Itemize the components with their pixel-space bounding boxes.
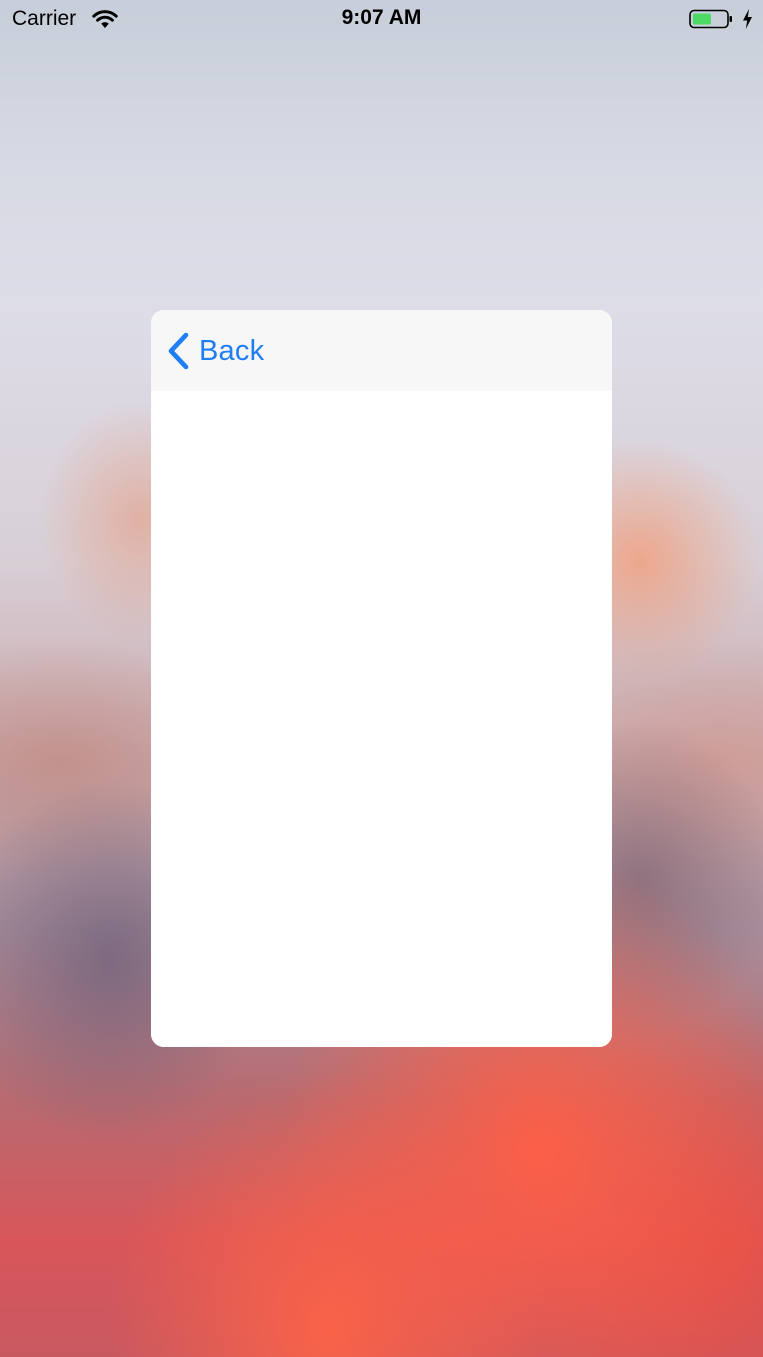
battery-icon (689, 9, 732, 29)
status-bar: Carrier 9:07 AM (0, 0, 763, 40)
content-area (151, 391, 612, 1047)
status-time: 9:07 AM (341, 6, 422, 29)
preview-card: Back (151, 310, 612, 1047)
navigation-bar: Back (151, 310, 612, 391)
back-button-label: Back (199, 334, 265, 367)
back-button[interactable]: Back (165, 330, 264, 372)
chevron-left-icon (168, 332, 189, 370)
charging-bolt-icon (743, 9, 752, 29)
